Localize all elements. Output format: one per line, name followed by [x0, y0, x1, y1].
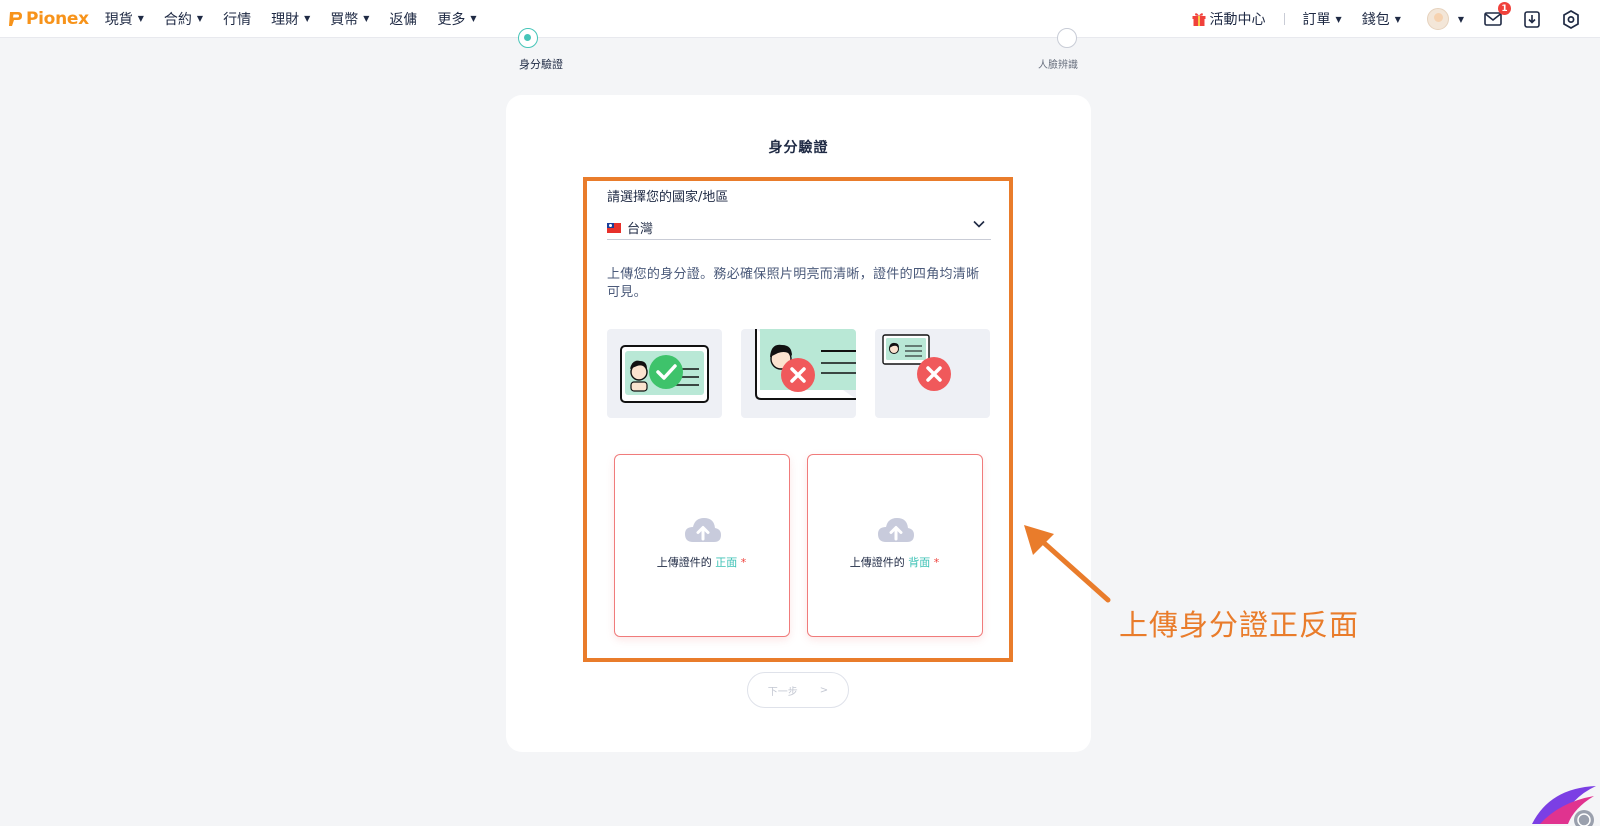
- nav-divider: [1283, 13, 1285, 25]
- mail-icon: [1484, 12, 1502, 26]
- nav-item-label: 合約: [163, 11, 192, 28]
- caret-down-icon: ▼: [137, 14, 144, 23]
- caret-down-icon: ▼: [1394, 14, 1401, 24]
- activity-center-link[interactable]: 活動中心: [1191, 9, 1266, 29]
- wallet-label: 錢包: [1361, 12, 1390, 28]
- activity-center-label: 活動中心: [1209, 12, 1266, 28]
- nav-item-markets[interactable]: 行情: [223, 9, 251, 29]
- caret-down-icon: ▼: [363, 14, 370, 23]
- main-nav: 現貨 ▼ 合約 ▼ 行情 理財 ▼ 買幣 ▼ 返傭 更多 ▼: [105, 9, 497, 29]
- next-step-label: 下一步: [767, 686, 798, 698]
- arrow-right-icon: >: [819, 684, 829, 696]
- page-title: 身分驗證: [768, 140, 829, 156]
- step-dot-identity: [518, 28, 538, 48]
- annotation-text: 上傳身分證正反面: [1119, 608, 1360, 642]
- settings-icon: [1563, 9, 1579, 29]
- wallet-menu[interactable]: 錢包 ▼: [1362, 9, 1401, 29]
- avatar: [1426, 8, 1449, 30]
- nav-item-earn[interactable]: 理財 ▼: [271, 9, 310, 29]
- nav-item-spot[interactable]: 現貨 ▼: [105, 9, 144, 29]
- chat-widget-icon[interactable]: [1530, 786, 1600, 826]
- brand-name: Pionex: [26, 8, 89, 29]
- nav-item-label: 現貨: [104, 11, 133, 28]
- nav-right: 活動中心 訂單 ▼ 錢包 ▼ ▼ 1: [1191, 0, 1600, 38]
- orders-menu[interactable]: 訂單 ▼: [1303, 9, 1342, 29]
- settings-button[interactable]: [1560, 8, 1582, 30]
- next-step-button[interactable]: 下一步 >: [747, 672, 849, 708]
- caret-down-icon: ▼: [196, 14, 204, 23]
- nav-item-buy-crypto[interactable]: 買幣 ▼: [330, 9, 369, 29]
- download-icon: [1524, 10, 1540, 28]
- highlight-frame: [583, 177, 1013, 662]
- mail-button[interactable]: 1: [1482, 2, 1511, 30]
- nav-item-label: 更多: [437, 11, 466, 28]
- mail-badge: 1: [1498, 2, 1511, 15]
- caret-down-icon: ▼: [1335, 14, 1342, 24]
- nav-item-label: 行情: [223, 11, 252, 28]
- nav-item-more[interactable]: 更多 ▼: [437, 9, 476, 29]
- step-dot-face: [1057, 28, 1077, 48]
- caret-down-icon: ▼: [1457, 14, 1464, 24]
- orders-label: 訂單: [1302, 12, 1331, 28]
- annotation-arrow-icon: [1024, 525, 1111, 603]
- caret-down-icon: ▼: [470, 14, 477, 23]
- nav-item-futures[interactable]: 合約 ▼: [164, 9, 203, 29]
- nav-item-label: 買幣: [330, 11, 359, 28]
- nav-item-label: 理財: [271, 11, 300, 28]
- step-label-face: 人臉辨識: [1038, 60, 1078, 71]
- pionex-logo[interactable]: Pionex: [9, 9, 89, 29]
- caret-down-icon: ▼: [304, 14, 311, 23]
- pionex-logo-icon: [9, 11, 22, 26]
- step-label-identity: 身分驗證: [519, 58, 563, 71]
- top-nav-bar: Pionex 現貨 ▼ 合約 ▼ 行情 理財 ▼ 買幣 ▼ 返傭 更多 ▼ 活動中心 訂單…: [0, 0, 1600, 38]
- download-button[interactable]: [1521, 8, 1543, 30]
- gift-icon: [1192, 13, 1206, 26]
- nav-item-referral[interactable]: 返傭: [389, 9, 417, 29]
- nav-item-label: 返傭: [389, 11, 418, 28]
- account-menu[interactable]: ▼: [1426, 8, 1464, 30]
